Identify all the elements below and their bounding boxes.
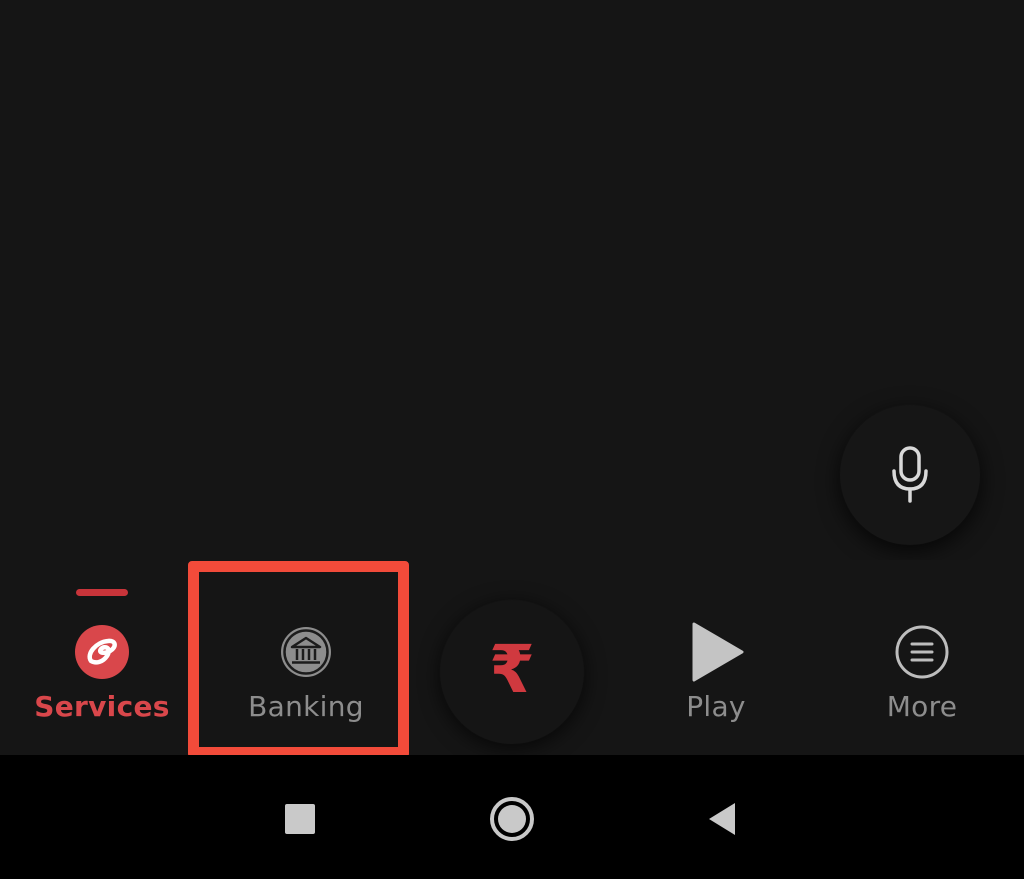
nav-item-more[interactable]: More (820, 560, 1024, 755)
app-screen: Services Banking Play More ₹ (0, 0, 1024, 879)
nav-item-banking[interactable]: Banking (204, 560, 408, 755)
back-icon (709, 803, 735, 835)
nav-item-play[interactable]: Play (614, 560, 818, 755)
nav-item-services[interactable]: Services (0, 560, 204, 755)
nav-label-play: Play (686, 690, 746, 723)
back-button[interactable] (698, 795, 746, 843)
active-tab-indicator (76, 589, 128, 596)
microphone-icon (892, 446, 928, 503)
recents-icon (285, 804, 315, 834)
rupee-icon: ₹ (489, 631, 535, 708)
bank-icon (276, 622, 336, 682)
home-icon (490, 797, 534, 841)
play-icon (686, 622, 746, 682)
system-navigation-bar (0, 755, 1024, 879)
pay-button[interactable]: ₹ (440, 600, 584, 744)
recents-button[interactable] (276, 795, 324, 843)
home-button[interactable] (488, 795, 536, 843)
nav-label-banking: Banking (248, 690, 364, 723)
nav-label-services: Services (34, 690, 170, 723)
menu-circle-icon (892, 622, 952, 682)
airtel-logo-icon (72, 622, 132, 682)
voice-search-button[interactable] (840, 405, 980, 545)
nav-label-more: More (886, 690, 958, 723)
